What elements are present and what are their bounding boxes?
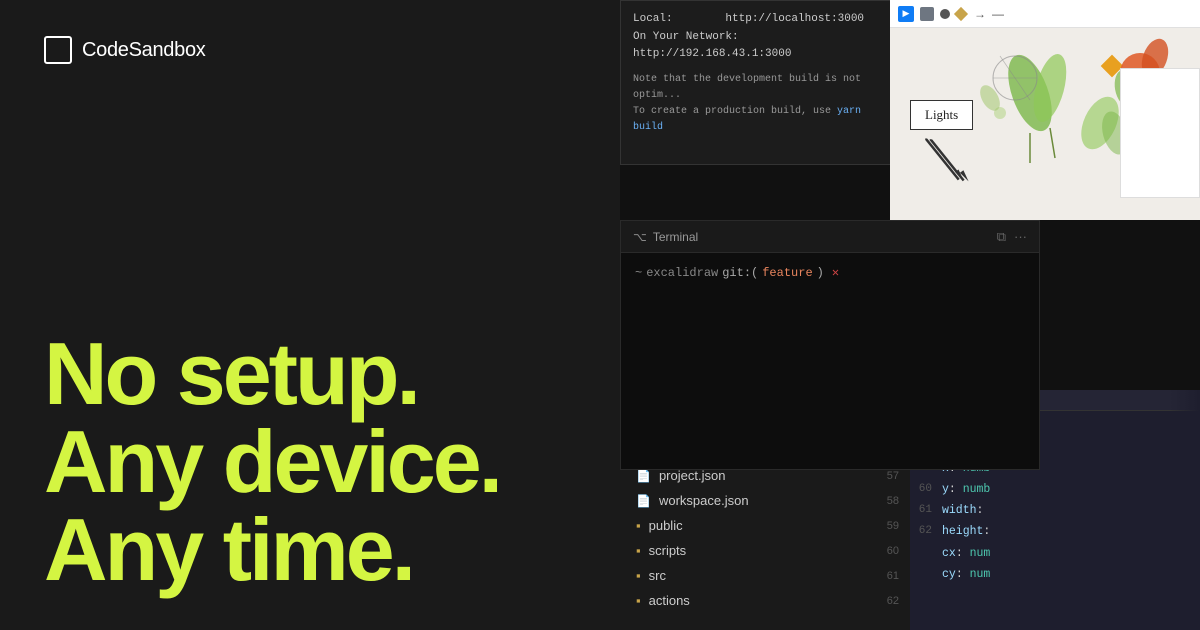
logo-text: CodeSandbox: [82, 39, 205, 62]
logo-icon: [44, 36, 72, 64]
file-name-src: src: [649, 568, 666, 583]
terminal-titlebar: ⌥ Terminal ⧉ ···: [621, 221, 1039, 253]
toolbar-arrow-icon[interactable]: →: [974, 7, 986, 21]
code-line-64: cy: num: [910, 564, 1200, 585]
file-item-actions[interactable]: ▪ actions 62: [620, 588, 915, 613]
file-item-src[interactable]: ▪ src 61: [620, 563, 915, 588]
play-button-icon[interactable]: ▶: [898, 6, 914, 22]
dev-terminal-line-1: Local: http://localhost:3000: [633, 11, 897, 29]
file-name-project-json: project.json: [659, 468, 725, 483]
folder-icon-scripts: ▪: [636, 543, 641, 558]
file-item-scripts[interactable]: ▪ scripts 60: [620, 538, 915, 563]
folder-icon-public: ▪: [636, 518, 641, 533]
hero-line-3: Any time.: [44, 506, 616, 594]
dev-terminal-note2: To create a production build, use yarn b…: [633, 104, 897, 136]
hero-text: No setup. Any device. Any time.: [44, 330, 616, 594]
file-linenum-61: 61: [887, 570, 899, 582]
file-explorer: 📄 project.json 57 📄 workspace.json 58 ▪ …: [620, 462, 915, 630]
terminal-body: ~ excalidraw git:(feature) ✕: [621, 253, 1039, 292]
dev-server-terminal: Local: http://localhost:3000 On Your Net…: [620, 0, 910, 165]
toolbar-line-icon[interactable]: —: [992, 7, 1004, 21]
left-section: CodeSandbox No setup. Any device. Any ti…: [0, 0, 660, 630]
file-item-workspace-json[interactable]: 📄 workspace.json 58: [620, 488, 915, 513]
main-terminal[interactable]: ⌥ Terminal ⧉ ··· ~ excalidraw git:(featu…: [620, 220, 1040, 470]
folder-icon-actions: ▪: [636, 593, 641, 608]
toolbar-btn-1[interactable]: [920, 7, 934, 21]
file-linenum-59: 59: [887, 520, 899, 532]
excalidraw-toolbar: ▶ → —: [890, 0, 1200, 28]
terminal-expand-icon[interactable]: ⧉: [997, 229, 1006, 245]
lights-label-box: Lights: [910, 100, 973, 130]
folder-icon-src: ▪: [636, 568, 641, 583]
toolbar-circle[interactable]: [940, 9, 950, 19]
terminal-more-icon[interactable]: ···: [1014, 229, 1027, 245]
file-name-scripts: scripts: [649, 543, 687, 558]
code-line-62: 62 height:: [910, 521, 1200, 542]
file-linenum-57: 57: [887, 470, 899, 482]
file-name-public: public: [649, 518, 683, 533]
terminal-controls: ⧉ ···: [997, 229, 1027, 245]
plants-area: Lights: [890, 28, 1200, 220]
file-linenum-60: 60: [887, 545, 899, 557]
code-line-61: 61 width:: [910, 500, 1200, 521]
hero-line-2: Any device.: [44, 418, 616, 506]
toolbar-diamond[interactable]: [954, 6, 968, 20]
excalidraw-preview: ▶ → —: [890, 0, 1200, 220]
file-name-actions: actions: [649, 593, 690, 608]
terminal-title: ⌥ Terminal: [633, 230, 698, 244]
code-fade-overlay: [1170, 390, 1200, 630]
right-section: Local: http://localhost:3000 On Your Net…: [620, 0, 1200, 630]
terminal-title-text: Terminal: [653, 230, 698, 244]
dev-terminal-line-2: On Your Network: http://192.168.43.1:300…: [633, 29, 897, 64]
dev-terminal-note1: Note that the development build is not o…: [633, 72, 897, 104]
file-icon-project: 📄: [636, 469, 651, 483]
file-linenum-62: 62: [887, 595, 899, 607]
lights-label-text: Lights: [925, 107, 958, 122]
hero-line-1: No setup.: [44, 330, 616, 418]
file-icon-workspace: 📄: [636, 494, 651, 508]
dev-terminal-content: Local: http://localhost:3000 On Your Net…: [633, 11, 897, 136]
file-linenum-58: 58: [887, 495, 899, 507]
terminal-prompt-line: ~ excalidraw git:(feature) ✕: [635, 265, 1025, 280]
prompt-x-mark: ✕: [832, 265, 839, 280]
logo-container: CodeSandbox: [44, 36, 616, 64]
white-card-decoration: [1120, 68, 1200, 198]
file-name-workspace-json: workspace.json: [659, 493, 749, 508]
arrow-decoration: [916, 138, 985, 205]
file-item-public[interactable]: ▪ public 59: [620, 513, 915, 538]
code-line-60: 60 y: numb: [910, 479, 1200, 500]
code-line-63: cx: num: [910, 543, 1200, 564]
terminal-prompt-icon: ⌥: [633, 230, 647, 244]
